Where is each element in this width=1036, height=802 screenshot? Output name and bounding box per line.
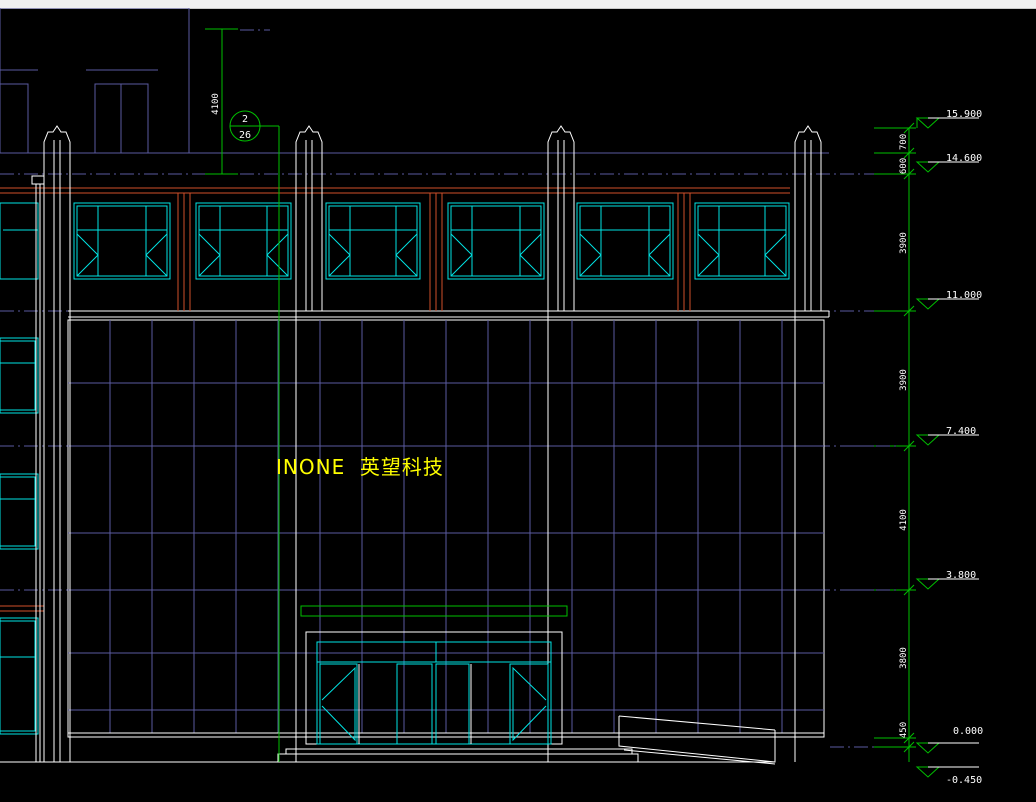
left-building-section	[0, 175, 45, 762]
elevation-label-0000: 0.000	[953, 726, 983, 737]
elevation-triangle	[915, 117, 941, 129]
facade-base	[0, 8, 900, 748]
left-window-inner	[0, 340, 36, 411]
window-opening-mark	[450, 254, 473, 277]
window-frame	[447, 202, 545, 280]
window-frame	[195, 202, 292, 280]
window-opening-mark	[764, 233, 787, 256]
window-opening-mark	[395, 233, 418, 256]
dim-label-700: 700	[899, 134, 909, 150]
window-frame-inner	[579, 205, 671, 277]
left-window	[0, 617, 39, 735]
entrance-step	[285, 748, 633, 755]
window-opening-mark	[648, 254, 671, 277]
elevation-label-7400: 7.400	[946, 426, 976, 437]
elevation-triangle	[915, 578, 941, 590]
elevation-label-11000: 11.000	[946, 290, 982, 301]
window-opening-mark	[145, 233, 168, 256]
window-frame	[694, 202, 790, 280]
entrance-step	[277, 753, 639, 763]
detail-tag-number: 2	[242, 114, 248, 125]
window-opening-mark	[198, 233, 221, 256]
detail-reference-tag[interactable]: 4100 2 26	[205, 28, 280, 762]
door-leaf	[509, 663, 549, 745]
window-opening-mark	[145, 254, 168, 277]
entrance-doors	[277, 605, 639, 763]
dim-label-3900-upper: 3900	[899, 232, 909, 254]
elevation-label-3800: 3.800	[946, 570, 976, 581]
elevation-triangle	[915, 766, 941, 778]
window-partial	[0, 202, 39, 280]
pilaster-outline	[43, 125, 71, 762]
window-frame-inner	[697, 205, 787, 277]
elevation-triangle	[915, 298, 941, 310]
window-opening-mark	[395, 254, 418, 277]
window-opening-mark	[579, 233, 602, 256]
window-opening-mark	[519, 233, 542, 256]
window-opening-mark	[697, 233, 720, 256]
downpipe-head	[31, 175, 45, 185]
dim-label-450: 450	[899, 722, 909, 738]
dim-label-4100: 4100	[899, 509, 909, 531]
upper-window-row	[0, 202, 790, 280]
door-leaf	[319, 663, 358, 745]
window-opening-mark	[450, 233, 473, 256]
elevation-triangle	[915, 161, 941, 173]
cornice-band	[0, 187, 790, 612]
window-frame	[325, 202, 421, 280]
window-opening-mark	[328, 233, 351, 256]
window-opening-mark	[519, 254, 542, 277]
curtain-wall-grid	[0, 310, 830, 763]
entrance-door-frame	[316, 641, 552, 745]
elevation-label-minus-0450: -0.450	[946, 775, 982, 786]
rear-window	[0, 83, 29, 154]
ramp-rail	[618, 715, 776, 731]
left-window-inner	[0, 620, 36, 732]
left-window	[0, 337, 39, 414]
window-opening-mark	[764, 254, 787, 277]
window-opening-mark	[76, 254, 99, 277]
elevation-triangle	[915, 434, 941, 446]
elevation-triangle	[915, 742, 941, 754]
dim-label-600: 600	[899, 158, 909, 174]
window-opening-mark	[697, 254, 720, 277]
window-frame	[576, 202, 674, 280]
entrance-canopy	[300, 605, 568, 617]
window-frame-inner	[450, 205, 542, 277]
detail-tag-sheet: 26	[239, 130, 251, 141]
left-window-inner	[0, 476, 36, 547]
elevation-markers	[915, 117, 979, 778]
door-leaf	[396, 663, 433, 745]
door-swing-mark	[321, 666, 356, 742]
door-leaf	[435, 663, 470, 745]
window-opening-mark	[328, 254, 351, 277]
pilaster-outline	[295, 125, 323, 762]
elevation-label-14600: 14.600	[946, 153, 982, 164]
window-opening-mark	[648, 233, 671, 256]
window-opening-mark	[266, 254, 289, 277]
window-frame-inner	[198, 205, 289, 277]
pilaster-outline	[794, 125, 822, 762]
window-frame	[73, 202, 171, 280]
window-opening-mark	[198, 254, 221, 277]
dim-label-3900-lower: 3900	[899, 369, 909, 391]
pilaster-outline	[547, 125, 575, 762]
window-frame-inner	[328, 205, 418, 277]
window-opening-mark	[266, 233, 289, 256]
elevation-drawing[interactable]: 4100 2 26 INONE 英望科技 15.900 14.600 11.00…	[0, 8, 1036, 802]
window-opening-mark	[579, 254, 602, 277]
left-window	[0, 473, 39, 550]
window-frame-inner	[76, 205, 168, 277]
entrance-frame	[305, 631, 563, 745]
building-sign-text: INONE 英望科技	[276, 455, 444, 479]
window-opening-mark	[76, 233, 99, 256]
dim-label-3800: 3800	[899, 647, 909, 669]
top-dimension-label: 4100	[211, 93, 221, 115]
entrance-ramp	[618, 715, 776, 765]
elevation-label-15900: 15.900	[946, 109, 982, 120]
